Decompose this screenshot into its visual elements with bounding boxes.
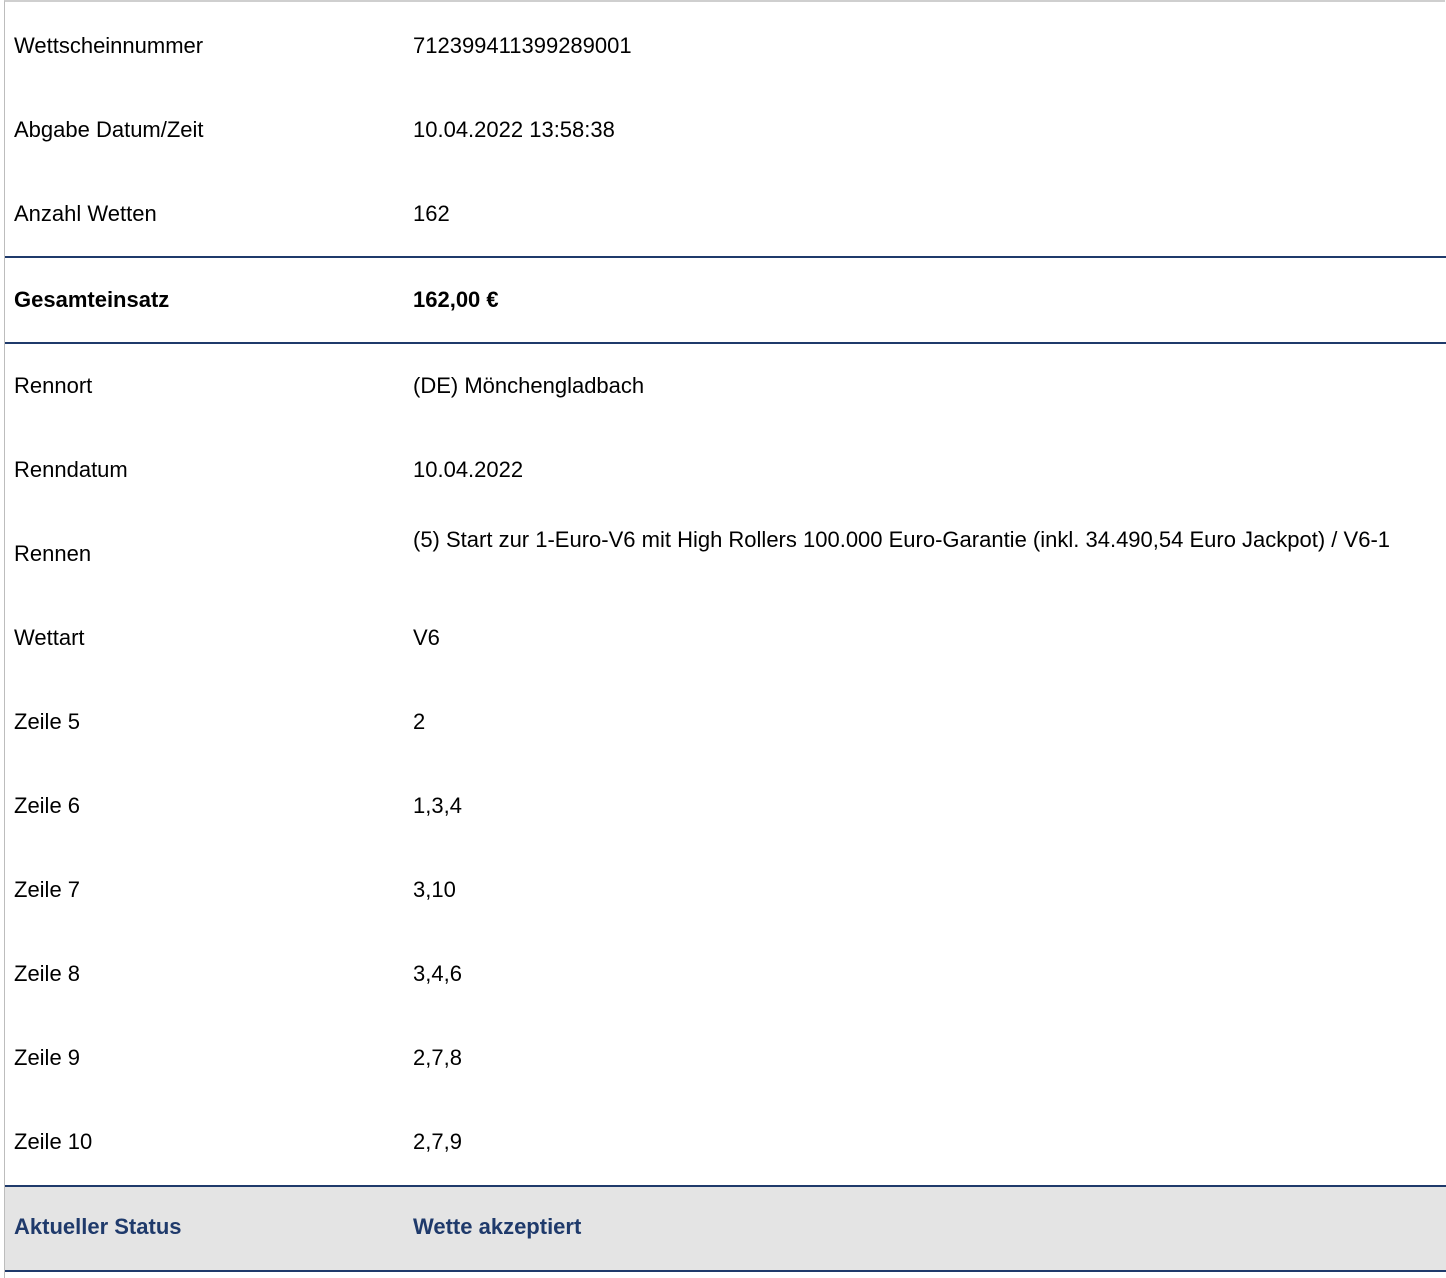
row-value: 1,3,4 — [413, 793, 462, 818]
status-label: Aktueller Status — [14, 1214, 182, 1239]
row-label: Zeile 7 — [14, 877, 81, 902]
row-value: V6 — [413, 625, 440, 650]
divider — [5, 256, 1446, 258]
bet-ticket-details: Wettscheinnummer 712399411399289001 Abga… — [4, 0, 1446, 1278]
row-value: 10.04.2022 — [413, 457, 524, 482]
row-value: (5) Start zur 1-Euro-V6 mit High Rollers… — [413, 527, 1391, 552]
row-value: 162 — [413, 201, 450, 226]
row-label: Zeile 8 — [14, 961, 81, 986]
divider — [5, 342, 1446, 344]
status-bar: Aktueller Status Wette akzeptiert — [5, 1185, 1446, 1272]
row-value: 3,4,6 — [413, 961, 462, 986]
row-value: 10.04.2022 13:58:38 — [413, 117, 615, 142]
row-label: Abgabe Datum/Zeit — [14, 117, 204, 142]
status-value: Wette akzeptiert — [413, 1214, 582, 1239]
row-label: Anzahl Wetten — [14, 201, 157, 226]
row-label: Wettart — [14, 625, 85, 650]
row-value: 162,00 € — [413, 287, 499, 312]
row-value: 712399411399289001 — [413, 33, 632, 58]
row-label: Renndatum — [14, 457, 128, 482]
row-value: 2,7,9 — [413, 1129, 462, 1154]
row-label: Rennen — [14, 541, 92, 566]
row-label: Wettscheinnummer — [14, 33, 204, 58]
row-label: Zeile 5 — [14, 709, 81, 734]
row-value: 2,7,8 — [413, 1045, 462, 1070]
row-value: (DE) Mönchengladbach — [413, 373, 645, 398]
row-label: Zeile 6 — [14, 793, 81, 818]
row-value: 3,10 — [413, 877, 456, 902]
row-label: Rennort — [14, 373, 93, 398]
row-label: Zeile 9 — [14, 1045, 81, 1070]
row-label: Zeile 10 — [14, 1129, 93, 1154]
row-label: Gesamteinsatz — [14, 287, 170, 312]
row-value: 2 — [413, 709, 426, 734]
